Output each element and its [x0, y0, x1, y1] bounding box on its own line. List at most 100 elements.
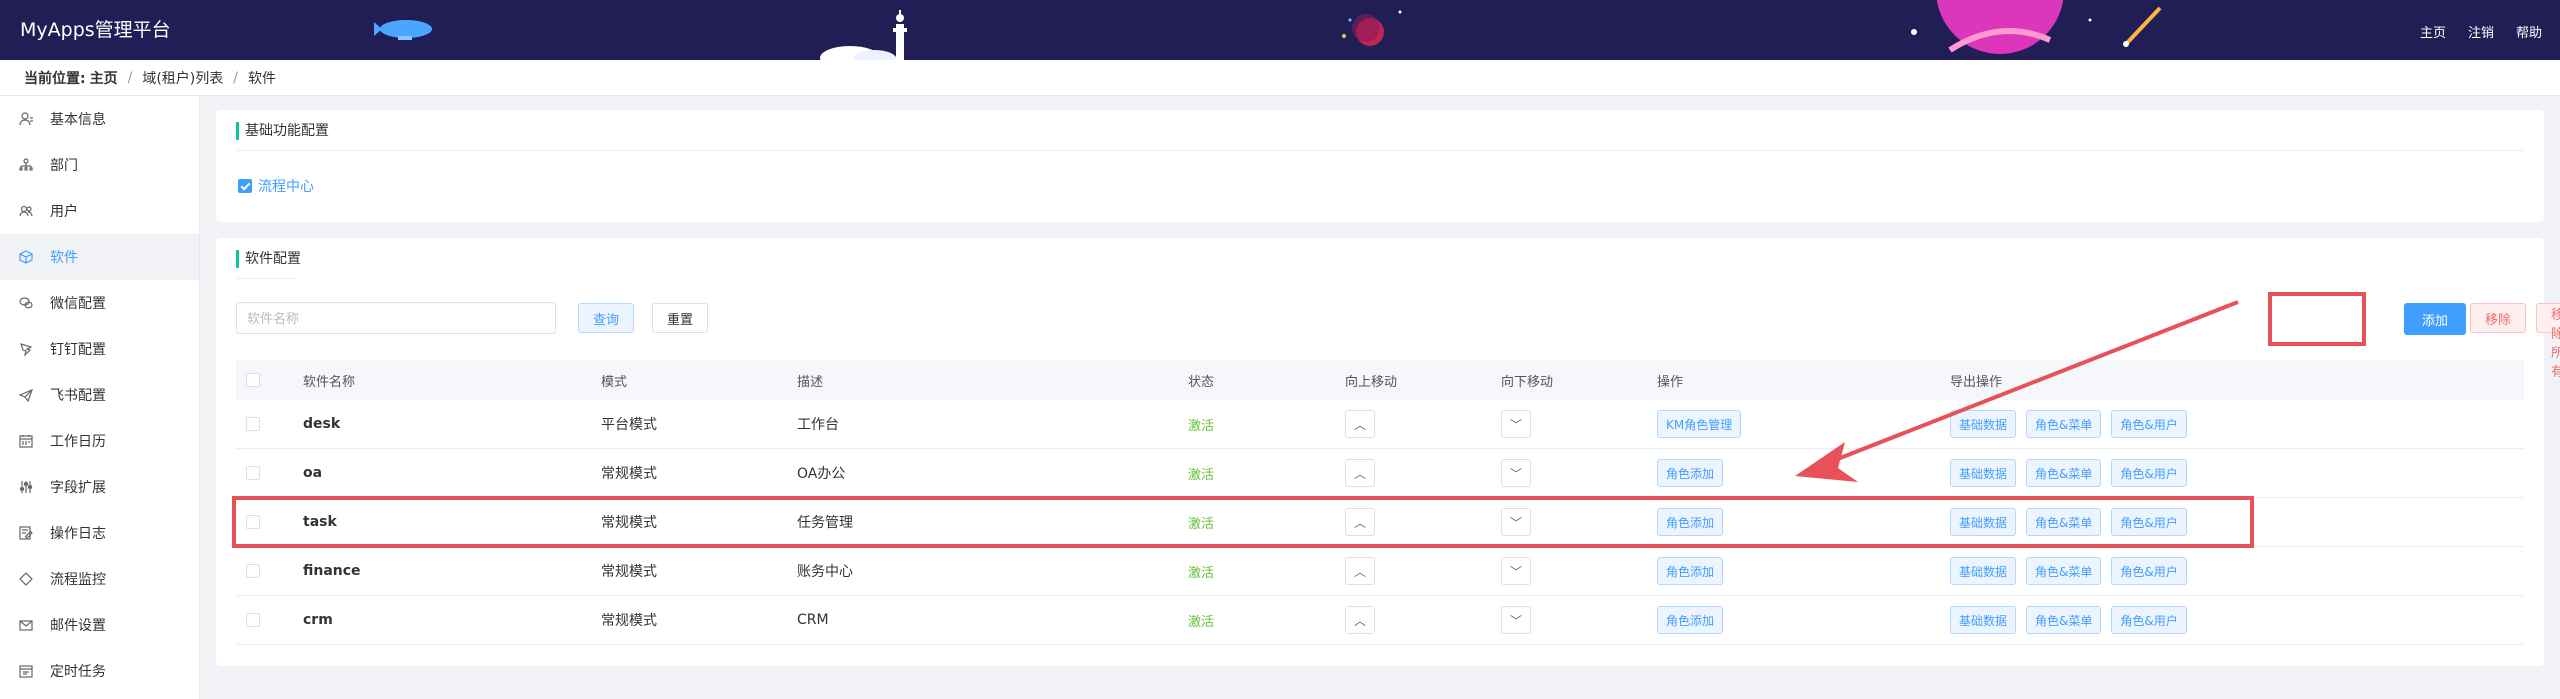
process-center-label: 流程中心	[258, 179, 314, 195]
blimp-illustration	[374, 20, 432, 40]
export-basic-data-button[interactable]: 基础数据	[1950, 459, 2017, 487]
schedule-icon	[18, 663, 34, 679]
cube-icon	[18, 249, 34, 265]
sidebar-item-field-extension[interactable]: 字段扩展	[0, 464, 199, 510]
move-up-button[interactable]: ︿	[1345, 557, 1375, 585]
sidebar-item-feishu[interactable]: 飞书配置	[0, 372, 199, 418]
row-checkbox[interactable]	[246, 417, 260, 431]
query-button[interactable]: 查询	[578, 303, 635, 333]
move-down-button[interactable]: ﹀	[1501, 459, 1531, 487]
breadcrumb-separator: /	[127, 69, 133, 86]
sidebar-item-process-monitor[interactable]: 流程监控	[0, 556, 199, 602]
sidebar-item-label: 飞书配置	[50, 388, 106, 404]
divider	[236, 150, 2524, 151]
move-up-button[interactable]: ︿	[1345, 410, 1375, 438]
header-nav: 主页 注销 帮助	[2420, 22, 2542, 41]
sidebar-item-software[interactable]: 软件	[0, 234, 199, 280]
export-role-user-button[interactable]: 角色&用户	[2111, 557, 2187, 585]
chevron-up-icon: ︿	[1353, 466, 1366, 481]
export-role-user-button[interactable]: 角色&用户	[2111, 606, 2187, 634]
col-desc: 描述	[797, 374, 824, 390]
row-name: desk	[303, 416, 341, 432]
software-config-panel: 软件配置 查询 重置 添加 移除 移除所有 软件名称 模式 描述 状态 向上移动…	[216, 238, 2560, 666]
row-name: crm	[303, 612, 333, 628]
sidebar-item-label: 字段扩展	[50, 480, 106, 496]
sidebar-item-wechat[interactable]: 微信配置	[0, 280, 199, 326]
row-checkbox[interactable]	[246, 466, 260, 480]
process-center-checkbox[interactable]: 流程中心	[238, 176, 314, 196]
export-role-menu-button[interactable]: 角色&菜单	[2026, 459, 2102, 487]
sidebar-item-users[interactable]: 用户	[0, 188, 199, 234]
nav-home[interactable]: 主页	[2420, 22, 2446, 41]
annotation-box-task-row	[232, 496, 2254, 548]
select-all-checkbox[interactable]	[246, 373, 260, 387]
chevron-down-icon: ﹀	[1509, 466, 1522, 481]
export-role-menu-button[interactable]: 角色&菜单	[2026, 557, 2102, 585]
annotation-box-add	[2268, 292, 2366, 346]
export-role-menu-button[interactable]: 角色&菜单	[2026, 606, 2102, 634]
sidebar-item-basic-info[interactable]: 基本信息	[0, 96, 199, 142]
export-basic-data-button[interactable]: 基础数据	[1950, 410, 2017, 438]
sidebar-item-mail-settings[interactable]: 邮件设置	[0, 602, 199, 648]
sidebar-item-dingtalk[interactable]: 钉钉配置	[0, 326, 199, 372]
move-down-button[interactable]: ﹀	[1501, 557, 1531, 585]
export-basic-data-button[interactable]: 基础数据	[1950, 606, 2017, 634]
sidebar-item-calendar[interactable]: 工作日历	[0, 418, 199, 464]
software-config-title: 软件配置	[236, 250, 301, 268]
breadcrumb-home[interactable]: 主页	[90, 68, 118, 88]
move-up-button[interactable]: ︿	[1345, 606, 1375, 634]
export-role-user-button[interactable]: 角色&用户	[2111, 410, 2187, 438]
km-role-manage-button[interactable]: KM角色管理	[1657, 410, 1742, 438]
sidebar-item-label: 工作日历	[50, 434, 106, 450]
row-name: finance	[303, 563, 361, 579]
row-checkbox[interactable]	[246, 613, 260, 627]
row-mode: 常规模式	[601, 564, 657, 580]
row-desc: 账务中心	[797, 564, 853, 580]
row-mode: 常规模式	[601, 613, 657, 629]
sidebar-item-label: 流程监控	[50, 572, 106, 588]
move-up-button[interactable]: ︿	[1345, 459, 1375, 487]
nav-help[interactable]: 帮助	[2516, 22, 2542, 41]
remove-all-button[interactable]: 移除所有	[2536, 303, 2560, 380]
software-name-input[interactable]	[236, 302, 556, 334]
row-status: 激活	[1188, 467, 1215, 483]
role-add-button[interactable]: 角色添加	[1657, 459, 1724, 487]
diamond-icon	[18, 571, 34, 587]
wechat-icon	[18, 295, 34, 311]
role-add-button[interactable]: 角色添加	[1657, 557, 1724, 585]
sidebar-item-label: 邮件设置	[50, 618, 106, 634]
checkbox-checked-icon[interactable]	[238, 179, 252, 193]
planet-illustration	[1911, 0, 2162, 54]
table-row: desk 平台模式 工作台 激活 ︿ ﹀ KM角色管理 基础数据 角色&菜单 角…	[236, 400, 2524, 449]
chevron-down-icon: ﹀	[1509, 613, 1522, 628]
role-add-button[interactable]: 角色添加	[1657, 606, 1724, 634]
breadcrumb-separator: /	[233, 69, 238, 86]
sidebar-item-scheduled-tasks[interactable]: 定时任务	[0, 648, 199, 694]
export-buttons: 基础数据 角色&菜单 角色&用户	[1950, 410, 2187, 438]
sidebar-item-label: 用户	[50, 204, 78, 220]
app-title: MyApps管理平台	[20, 19, 171, 41]
move-down-button[interactable]: ﹀	[1501, 606, 1531, 634]
add-button[interactable]: 添加	[2404, 303, 2466, 335]
dingtalk-icon	[18, 341, 34, 357]
sidebar: 基本信息 部门 用户 软件 微信配置 钉钉配置 飞书配置 工作日历 字段扩展 操…	[0, 96, 200, 699]
reset-button[interactable]: 重置	[652, 303, 709, 333]
breadcrumb: 当前位置: 主页 / 域(租户)列表 / 软件	[0, 60, 2560, 96]
sidebar-item-label: 钉钉配置	[50, 342, 106, 358]
export-role-user-button[interactable]: 角色&用户	[2111, 459, 2187, 487]
export-basic-data-button[interactable]: 基础数据	[1950, 557, 2017, 585]
sidebar-item-department[interactable]: 部门	[0, 142, 199, 188]
users-icon	[18, 203, 34, 219]
col-export: 导出操作	[1950, 374, 2003, 390]
row-status: 激活	[1188, 614, 1215, 630]
row-checkbox[interactable]	[246, 564, 260, 578]
sidebar-item-operation-log[interactable]: 操作日志	[0, 510, 199, 556]
col-mode: 模式	[601, 374, 628, 390]
remove-button[interactable]: 移除	[2470, 303, 2527, 333]
export-role-menu-button[interactable]: 角色&菜单	[2026, 410, 2102, 438]
move-down-button[interactable]: ﹀	[1501, 410, 1531, 438]
breadcrumb-tenant-list[interactable]: 域(租户)列表	[142, 68, 223, 88]
sidebar-item-label: 基本信息	[50, 112, 106, 128]
export-buttons: 基础数据 角色&菜单 角色&用户	[1950, 459, 2187, 487]
nav-logout[interactable]: 注销	[2468, 22, 2494, 41]
